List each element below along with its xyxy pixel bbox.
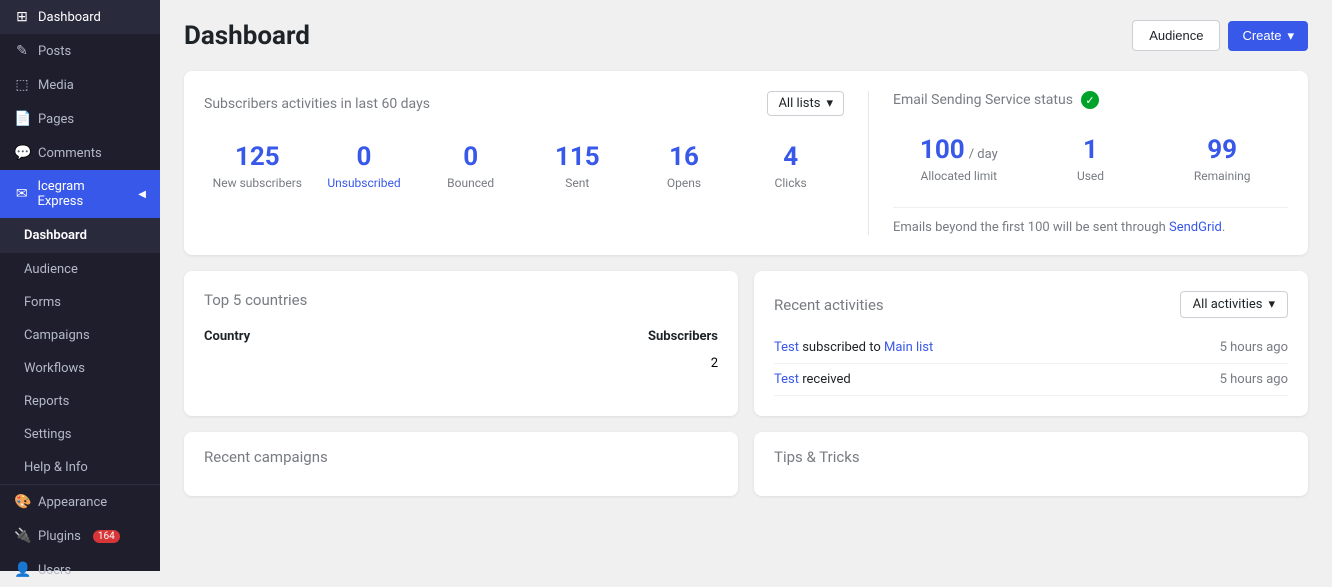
recent-campaigns-title: Recent campaigns xyxy=(204,448,718,466)
stat-bounced: 0 Bounced xyxy=(417,134,524,198)
stat-sent: 115 Sent xyxy=(524,134,631,198)
sidebar-item-settings[interactable]: Settings xyxy=(0,418,160,451)
activity-link-test-1[interactable]: Test xyxy=(774,372,799,387)
top-countries-card: Top 5 countries Country Subscribers 2 xyxy=(184,271,738,416)
sidebar-item-pages[interactable]: 📄 Pages xyxy=(0,102,160,136)
sendgrid-link[interactable]: SendGrid xyxy=(1169,220,1222,235)
media-icon: ⬚ xyxy=(14,77,30,93)
sidebar-item-posts[interactable]: ✎ Posts xyxy=(0,34,160,68)
users-icon: 👤 xyxy=(14,562,30,578)
page-title: Dashboard xyxy=(184,21,310,51)
recent-campaigns-card: Recent campaigns xyxy=(184,432,738,496)
activities-dropdown[interactable]: All activities ▾ xyxy=(1180,291,1288,318)
email-status-header: Email Sending Service status ✓ xyxy=(893,91,1288,109)
subscribers-email-card: Subscribers activities in last 60 days A… xyxy=(184,71,1308,255)
activity-row-0: Test subscribed to Main list 5 hours ago xyxy=(774,332,1288,364)
bottom-grid: Recent campaigns Tips & Tricks xyxy=(184,432,1308,512)
audience-button[interactable]: Audience xyxy=(1132,20,1220,51)
sidebar-item-reports[interactable]: Reports xyxy=(0,385,160,418)
sidebar-item-help[interactable]: Help & Info xyxy=(0,451,160,484)
sidebar-item-audience[interactable]: Audience xyxy=(0,253,160,286)
dropdown-chevron-icon: ▾ xyxy=(826,96,833,111)
sidebar-item-users[interactable]: 👤 Users xyxy=(0,553,160,587)
stat-new-subscribers: 125 New subscribers xyxy=(204,134,311,198)
sidebar-item-workflows[interactable]: Workflows xyxy=(0,352,160,385)
countries-table-header: Country Subscribers xyxy=(204,323,718,350)
sidebar-item-icegram-dashboard[interactable]: Dashboard xyxy=(0,218,160,253)
sidebar-item-comments[interactable]: 💬 Comments xyxy=(0,136,160,170)
stat-opens: 16 Opens xyxy=(631,134,738,198)
activity-link-test-0[interactable]: Test xyxy=(774,340,799,355)
posts-icon: ✎ xyxy=(14,43,30,59)
stat-unsubscribed: 0 Unsubscribed xyxy=(311,134,418,198)
activity-link-main-list[interactable]: Main list xyxy=(884,340,933,355)
sidebar: ⊞ Dashboard ✎ Posts ⬚ Media 📄 Pages 💬 Co… xyxy=(0,0,160,571)
dashboard-wp-icon: ⊞ xyxy=(14,9,30,25)
icegram-arrow-icon: ◀ xyxy=(138,189,146,200)
main-content: Dashboard Audience Create ▾ Subscribers … xyxy=(160,0,1332,571)
email-status-title: Email Sending Service status xyxy=(893,92,1073,108)
appearance-icon: 🎨 xyxy=(14,494,30,510)
email-service-section: Email Sending Service status ✓ 100 / day… xyxy=(868,91,1288,235)
tips-card: Tips & Tricks xyxy=(754,432,1308,496)
top-countries-title: Top 5 countries xyxy=(204,291,718,309)
sidebar-item-campaigns[interactable]: Campaigns xyxy=(0,319,160,352)
sidebar-item-media[interactable]: ⬚ Media xyxy=(0,68,160,102)
activity-row-1: Test received 5 hours ago xyxy=(774,364,1288,396)
plugins-icon: 🔌 xyxy=(14,528,30,544)
page-header: Dashboard Audience Create ▾ xyxy=(184,20,1308,51)
email-stats-row: 100 / day Allocated limit 1 Used 99 Rema… xyxy=(893,127,1288,191)
subscribers-title: Subscribers activities in last 60 days xyxy=(204,96,430,112)
subscribers-section: Subscribers activities in last 60 days A… xyxy=(204,91,868,235)
subscribers-stats-grid: 125 New subscribers 0 Unsubscribed 0 Bou… xyxy=(204,134,844,198)
all-lists-dropdown[interactable]: All lists ▾ xyxy=(767,91,844,116)
email-stat-used: 1 Used xyxy=(1025,127,1157,191)
comments-icon: 💬 xyxy=(14,145,30,161)
sidebar-item-icegram[interactable]: ✉ Icegram Express ◀ xyxy=(0,170,160,218)
status-ok-icon: ✓ xyxy=(1081,91,1099,109)
header-actions: Audience Create ▾ xyxy=(1132,20,1308,51)
sidebar-item-appearance[interactable]: 🎨 Appearance xyxy=(0,485,160,519)
pages-icon: 📄 xyxy=(14,111,30,127)
table-row: 2 xyxy=(204,350,718,377)
create-button[interactable]: Create ▾ xyxy=(1228,21,1308,51)
email-stat-allocated: 100 / day Allocated limit xyxy=(893,127,1025,191)
sidebar-item-plugins[interactable]: 🔌 Plugins 164 xyxy=(0,519,160,553)
sidebar-item-forms[interactable]: Forms xyxy=(0,286,160,319)
plugins-badge: 164 xyxy=(93,530,120,543)
stat-clicks: 4 Clicks xyxy=(737,134,844,198)
email-stat-remaining: 99 Remaining xyxy=(1156,127,1288,191)
lower-grid: Top 5 countries Country Subscribers 2 Re… xyxy=(184,271,1308,432)
sendgrid-note: Emails beyond the first 100 will be sent… xyxy=(893,207,1288,235)
icegram-icon: ✉ xyxy=(14,186,29,202)
recent-activities-header: Recent activities All activities ▾ xyxy=(774,291,1288,318)
activities-chevron-icon: ▾ xyxy=(1268,297,1275,312)
subscribers-header: Subscribers activities in last 60 days A… xyxy=(204,91,844,116)
recent-activities-title: Recent activities xyxy=(774,296,884,314)
tips-title: Tips & Tricks xyxy=(774,448,1288,466)
recent-activities-card: Recent activities All activities ▾ Test … xyxy=(754,271,1308,416)
create-chevron-icon: ▾ xyxy=(1287,28,1294,44)
sidebar-item-dashboard-wp[interactable]: ⊞ Dashboard xyxy=(0,0,160,34)
